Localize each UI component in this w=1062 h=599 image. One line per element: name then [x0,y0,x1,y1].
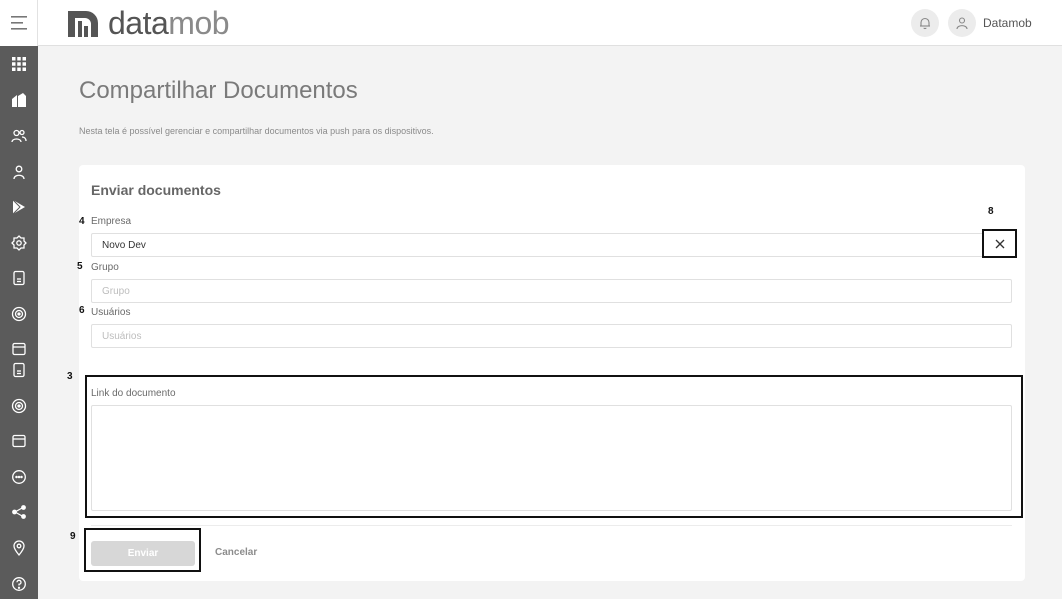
empresa-select[interactable]: Novo Dev [91,233,1012,257]
sidebar-item-settings[interactable] [0,231,38,255]
logo-mark-icon [68,11,98,37]
users-icon [11,129,27,143]
sidebar-item-help[interactable] [0,572,38,596]
sidebar-item-home[interactable] [0,88,38,112]
document-icon [13,362,25,378]
settings-icon [11,235,27,251]
play-store-icon [12,199,25,215]
empresa-value: Novo Dev [102,239,146,251]
usuarios-select[interactable]: Usuários [91,324,1012,348]
sidebar-item-documents-2[interactable] [0,358,38,382]
annotation-number-4: 4 [79,216,85,227]
chat-icon [12,470,26,484]
help-icon [12,577,26,591]
annotation-number-5: 5 [77,261,83,272]
bell-icon [920,17,930,30]
annotation-number-6: 6 [79,305,85,316]
menu-toggle[interactable] [0,0,38,46]
sidebar-item-location[interactable] [0,536,38,560]
annotation-box-3 [85,375,1023,518]
empresa-label: Empresa [91,216,132,227]
sidebar [0,0,38,599]
calendar-icon [12,434,26,448]
sidebar-item-documents[interactable] [0,266,38,290]
close-icon [995,239,1004,248]
sidebar-item-apps[interactable] [0,52,38,76]
grupo-placeholder: Grupo [102,285,130,297]
apps-grid-icon [12,57,26,71]
menu-icon [10,16,27,30]
form-divider [91,525,1012,526]
sidebar-item-groups[interactable] [0,124,38,148]
share-icon [12,505,26,519]
user-icon [956,17,968,30]
location-icon [13,540,25,556]
annotation-box-9 [84,528,201,572]
sidebar-item-apps-store[interactable] [0,195,38,219]
grupo-label: Grupo [91,262,119,273]
usuarios-placeholder: Usuários [102,330,142,342]
usuarios-label: Usuários [91,307,131,318]
annotation-number-3: 3 [67,371,73,382]
document-icon [13,270,25,286]
clear-empresa-button[interactable] [982,229,1017,258]
cancel-button[interactable]: Cancelar [215,547,257,558]
grupo-select[interactable]: Grupo [91,279,1012,303]
sidebar-item-calendar-2[interactable] [0,429,38,453]
logo-text: datamob [108,5,230,41]
sidebar-item-messages[interactable] [0,465,38,489]
logo: datamob [68,5,230,41]
user-avatar-button[interactable] [948,9,976,37]
user-icon [13,165,25,180]
sidebar-item-share[interactable] [0,500,38,524]
sidebar-item-monitor-2[interactable] [0,394,38,418]
home-icon [12,93,26,107]
radar-icon [11,306,27,322]
page-title: Compartilhar Documentos [79,77,358,104]
send-documents-card [79,165,1025,581]
card-title: Enviar documentos [91,182,221,198]
user-name[interactable]: Datamob [983,16,1032,30]
page-description: Nesta tela é possível gerenciar e compar… [79,126,434,136]
sidebar-item-monitor[interactable] [0,302,38,326]
top-header: datamob Datamob [38,0,1062,46]
calendar-icon [12,342,26,356]
annotation-number-8: 8 [988,206,994,217]
annotation-number-9: 9 [70,531,76,542]
sidebar-item-users[interactable] [0,160,38,184]
notifications-button[interactable] [911,9,939,37]
radar-icon [11,398,27,414]
